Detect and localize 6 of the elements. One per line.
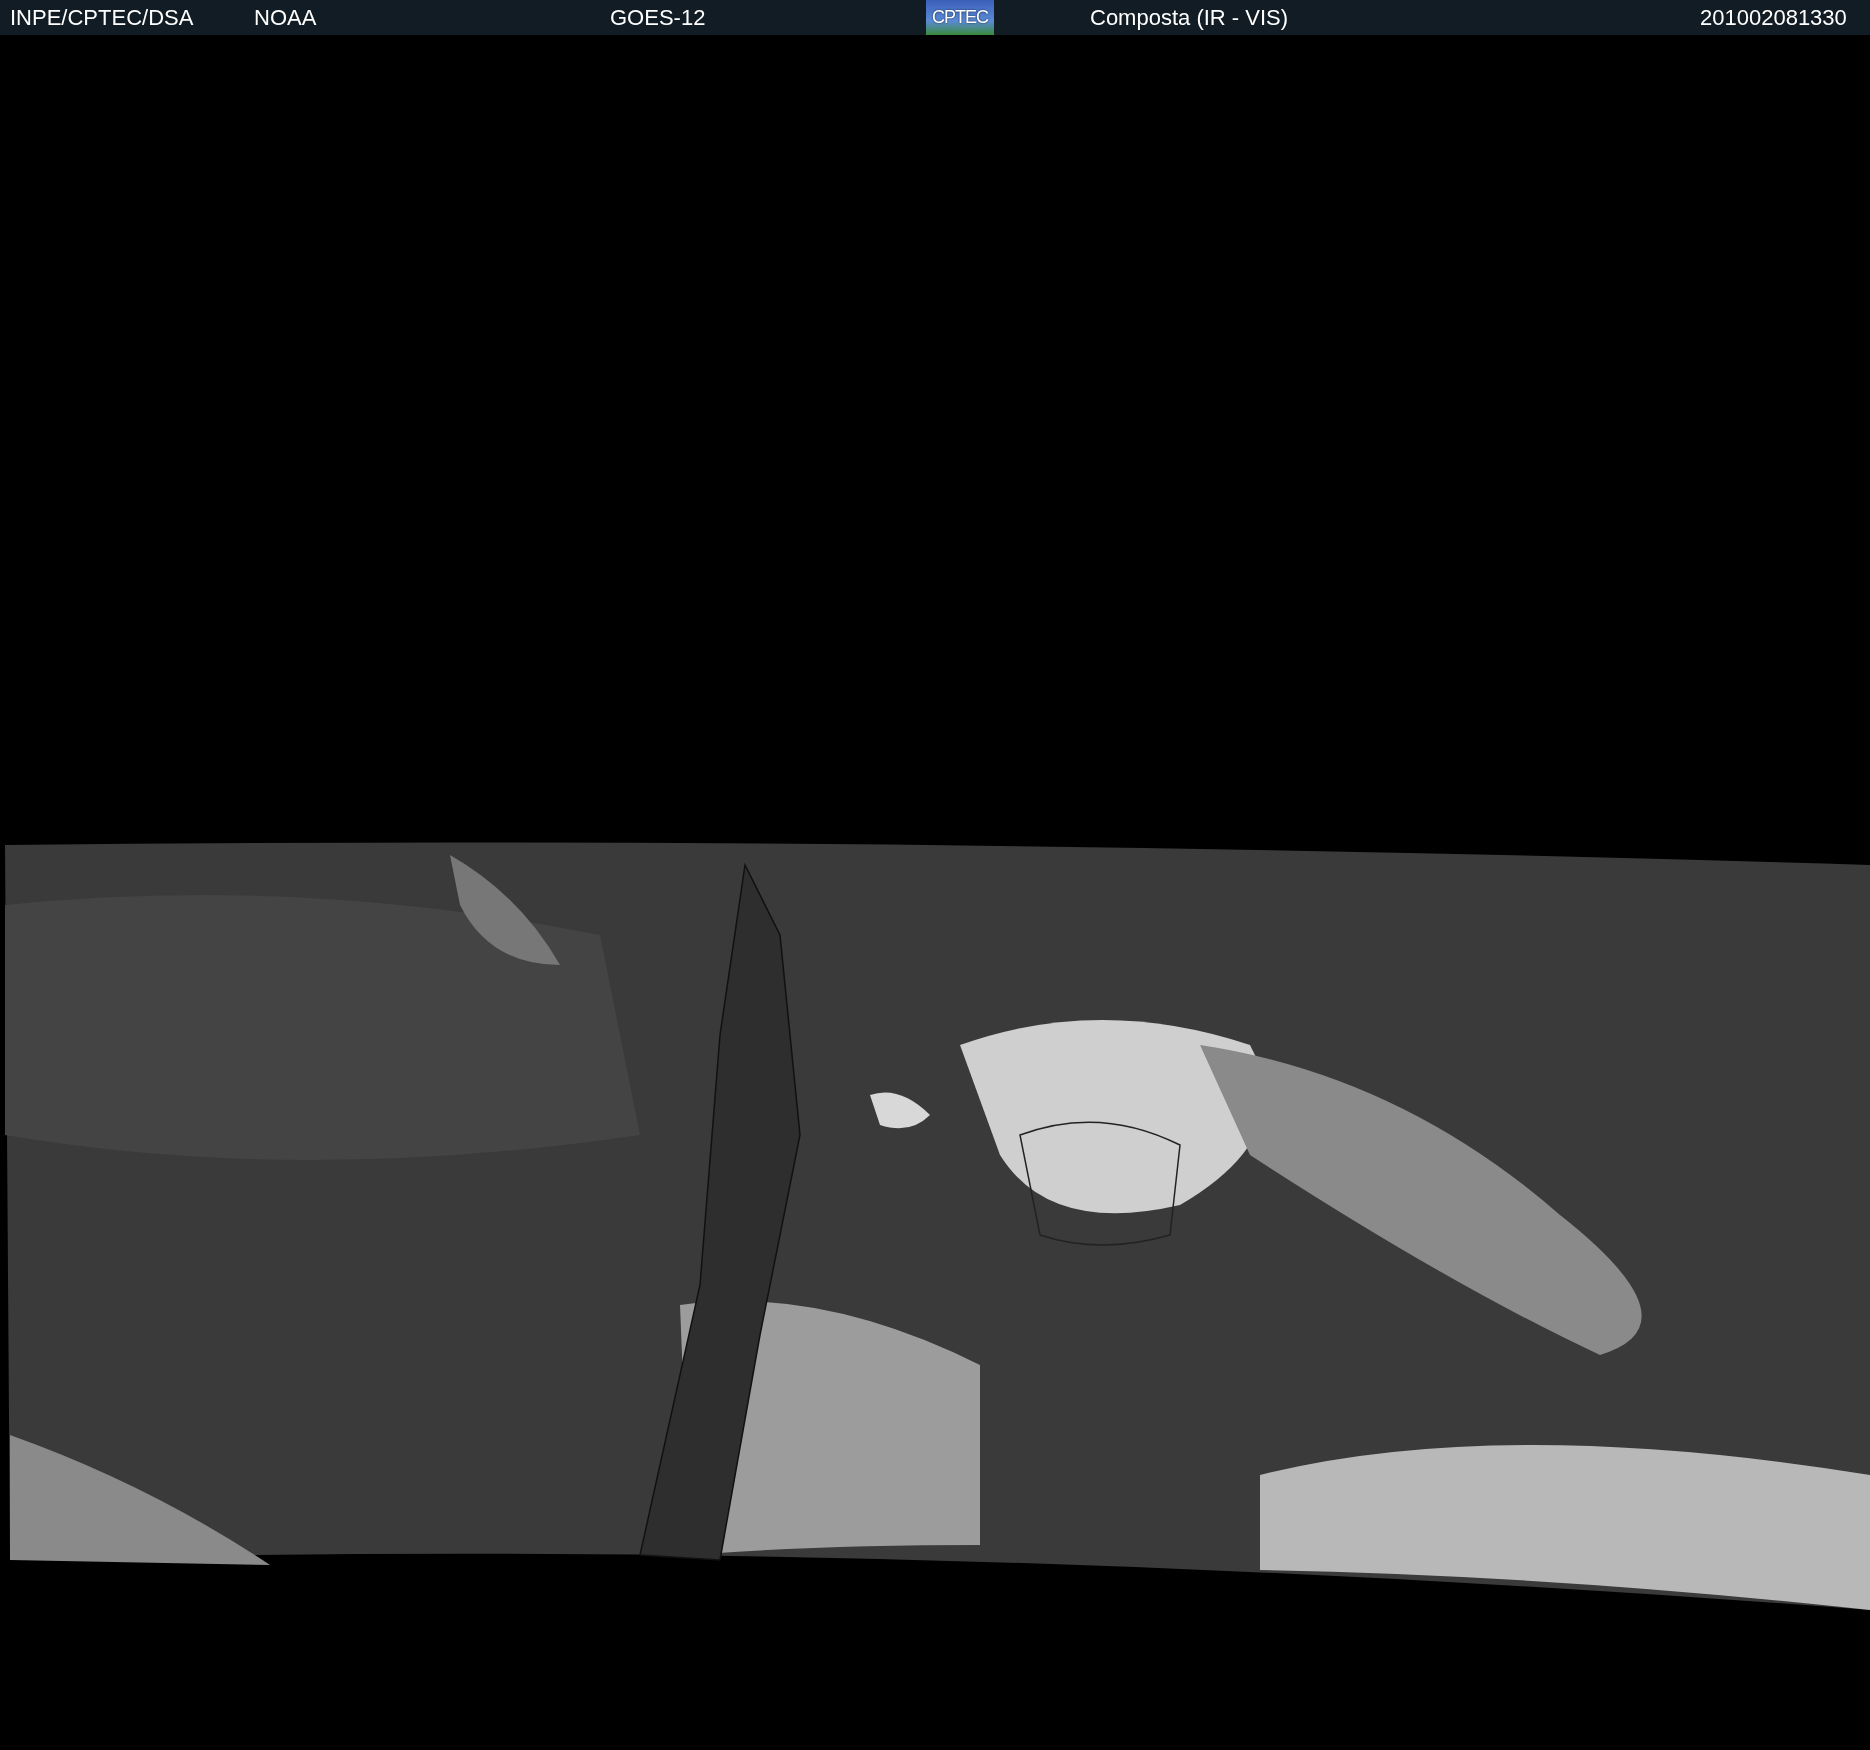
source-label: INPE/CPTEC/DSA xyxy=(10,4,194,31)
timestamp-label: 201002081330 xyxy=(1700,4,1847,31)
logo: CPTEC xyxy=(926,0,994,35)
product-label: Composta (IR - VIS) xyxy=(1090,4,1289,31)
satellite-label: GOES-12 xyxy=(610,4,706,31)
agency-label: NOAA xyxy=(254,4,317,31)
